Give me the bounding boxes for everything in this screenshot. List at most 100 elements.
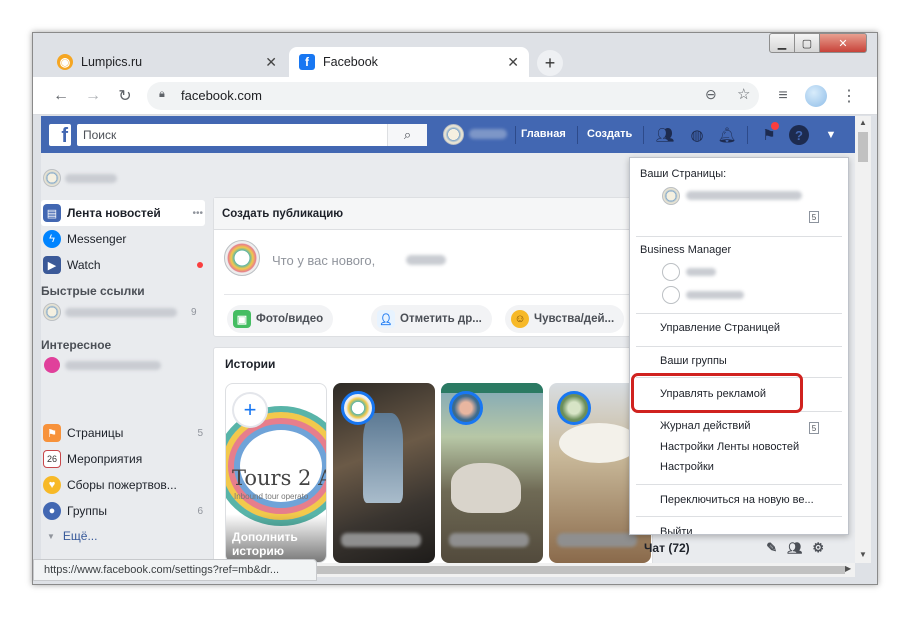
story-logo-subtext: Inbound tour operato [234,492,309,501]
scroll-up-arrow-icon[interactable]: ▲ [859,118,867,127]
sidebar-item-messenger[interactable]: ϟ Messenger [41,226,203,252]
menu-item-activity-log[interactable]: Журнал действий [660,420,751,432]
search-button[interactable]: ⌕ [387,124,427,146]
user-name-blurred[interactable] [469,129,507,139]
bm-name-blurred[interactable] [686,268,716,276]
chevron-down-icon: ▼ [47,531,55,541]
fundraiser-icon: ♥ [43,476,61,494]
menu-item-logout[interactable]: Выйти [660,526,693,534]
interesting-item-icon-1 [44,357,60,373]
create-link[interactable]: Создать [587,128,632,140]
quick-link-name-blurred[interactable] [65,308,177,317]
bm-name-blurred[interactable] [686,291,744,299]
sidebar-item-fundraisers[interactable]: ♥ Сборы пожертвов... [41,472,203,498]
forward-icon[interactable]: → [83,86,103,106]
pages-title: Ваши Страницы: [640,168,727,180]
menu-separator [636,516,842,517]
help-icon[interactable]: ? [789,125,809,145]
chat-settings-icon[interactable]: ⚙ [812,540,824,556]
chip-label: Фото/видео [256,313,324,325]
menu-item-manage-page[interactable]: Управление Страницей [660,322,780,334]
friend-requests-icon[interactable]: 👥︎ [655,125,675,145]
profile-avatar[interactable] [805,85,827,107]
story-card[interactable] [333,383,435,563]
bm-avatar[interactable] [662,286,680,304]
feeling-activity-button[interactable]: ☺ Чувства/дей... [505,305,625,333]
close-tab-icon[interactable]: ✕ [265,54,277,71]
page-avatar[interactable] [662,187,680,205]
new-message-icon[interactable]: ✎ [766,540,777,556]
reload-icon[interactable]: ↻ [115,86,135,106]
add-story-plus-button[interactable]: + [234,394,266,426]
menu-item-your-groups[interactable]: Ваши группы [660,355,727,367]
story-hat-shape [559,423,639,463]
facebook-logo[interactable]: f [49,124,71,146]
more-dots-icon[interactable]: ••• [192,208,203,219]
media-icon[interactable]: ≡ [773,86,793,106]
quick-link-avatar[interactable] [43,303,61,321]
sidebar-user-name-blurred[interactable] [65,174,117,183]
interesting-item-name-blurred[interactable] [65,361,161,370]
user-avatar[interactable] [443,124,464,145]
chat-bar-content[interactable]: Чат (72) ✎ 👥︎ ⚙ [644,537,824,559]
story-author-avatar [557,391,591,425]
new-tab-button[interactable]: + [537,50,563,76]
sidebar-item-label: Watch [67,258,101,272]
composer-avatar [224,240,260,276]
minimize-button[interactable]: ▁ [769,33,795,53]
sidebar-item-label: Мероприятия [67,452,143,466]
scrollbar-thumb[interactable] [858,132,868,162]
scroll-down-arrow-icon[interactable]: ▼ [859,550,867,559]
close-window-button[interactable]: ✕ [819,33,867,53]
close-tab-icon[interactable]: ✕ [507,54,519,71]
menu-dots-icon[interactable]: ⋮ [839,86,859,106]
chat-contacts-icon[interactable]: 👥︎ [787,541,802,555]
add-story-card[interactable]: Tours 2 Ar Inbound tour operato + Дополн… [225,383,327,563]
zoom-icon[interactable]: ⊖ [705,86,717,103]
tab-facebook[interactable]: f Facebook ✕ [289,47,529,77]
tab-lumpics[interactable]: ◉ Lumpics.ru ✕ [47,47,287,77]
sidebar-user-avatar[interactable] [43,169,61,187]
pages-flag-icon: ⚑ [43,424,61,442]
tab-title: Facebook [323,55,378,69]
status-bar: https://www.facebook.com/settings?ref=mb… [33,559,317,581]
menu-item-settings[interactable]: Настройки [660,461,714,473]
scrollbar-thumb[interactable] [311,566,845,574]
search-input[interactable]: Поиск [83,128,116,142]
sidebar-item-pages[interactable]: ⚑ Страницы 5 [41,420,203,446]
browser-toolbar: ← → ↻ 🔒︎ facebook.com ⊖ ☆ ≡ ⋮ [33,77,877,115]
story-card[interactable] [441,383,543,563]
sidebar-item-events[interactable]: 26 Мероприятия [41,446,203,472]
more-label: Ещё... [62,529,98,543]
story-rock-shape [363,413,403,503]
bm-avatar[interactable] [662,263,680,281]
photo-video-button[interactable]: ▣ Фото/видео [227,305,334,333]
menu-item-switch-new-version[interactable]: Переключиться на новую ве... [660,494,814,506]
lock-icon: 🔒︎ [159,88,165,100]
scroll-right-arrow-icon[interactable]: ▶ [845,564,851,573]
facebook-header: f Поиск ⌕ Главная Создать 👥︎ ◍ 🔔︎ ⚑ ? ▼ [41,116,855,153]
sidebar-more-link[interactable]: ▼ Ещё... [41,523,203,549]
home-link[interactable]: Главная [521,128,566,140]
messenger-icon[interactable]: ◍ [687,125,707,145]
sidebar-item-news-feed[interactable]: ▤ Лента новостей ••• [41,200,203,226]
notification-dot [771,122,779,130]
story-banner [441,383,543,393]
back-icon[interactable]: ← [51,86,71,106]
photo-icon: ▣ [233,310,251,328]
star-icon[interactable]: ☆ [737,85,750,103]
account-menu-arrow-icon[interactable]: ▼ [821,125,841,145]
search-box[interactable]: Поиск ⌕ [77,124,427,146]
vertical-scrollbar[interactable]: ▲ ▼ [855,116,871,563]
page-name-blurred[interactable] [686,191,802,200]
sidebar-item-groups[interactable]: ● Группы 6 [41,498,203,524]
menu-item-news-feed-settings[interactable]: Настройки Ленты новостей [660,441,799,453]
notifications-icon[interactable]: 🔔︎ [717,125,737,145]
composer-input[interactable]: Что у вас нового, [272,253,375,268]
groups-icon: ● [43,502,61,520]
quick-link-count: 9 [191,307,197,318]
address-bar[interactable]: 🔒︎ facebook.com ⊖ ☆ [147,82,759,110]
maximize-button[interactable]: ▢ [794,33,820,53]
tag-friends-button[interactable]: 👤︎ Отметить др... [371,305,492,333]
sidebar-item-watch[interactable]: ▶ Watch [41,252,203,278]
